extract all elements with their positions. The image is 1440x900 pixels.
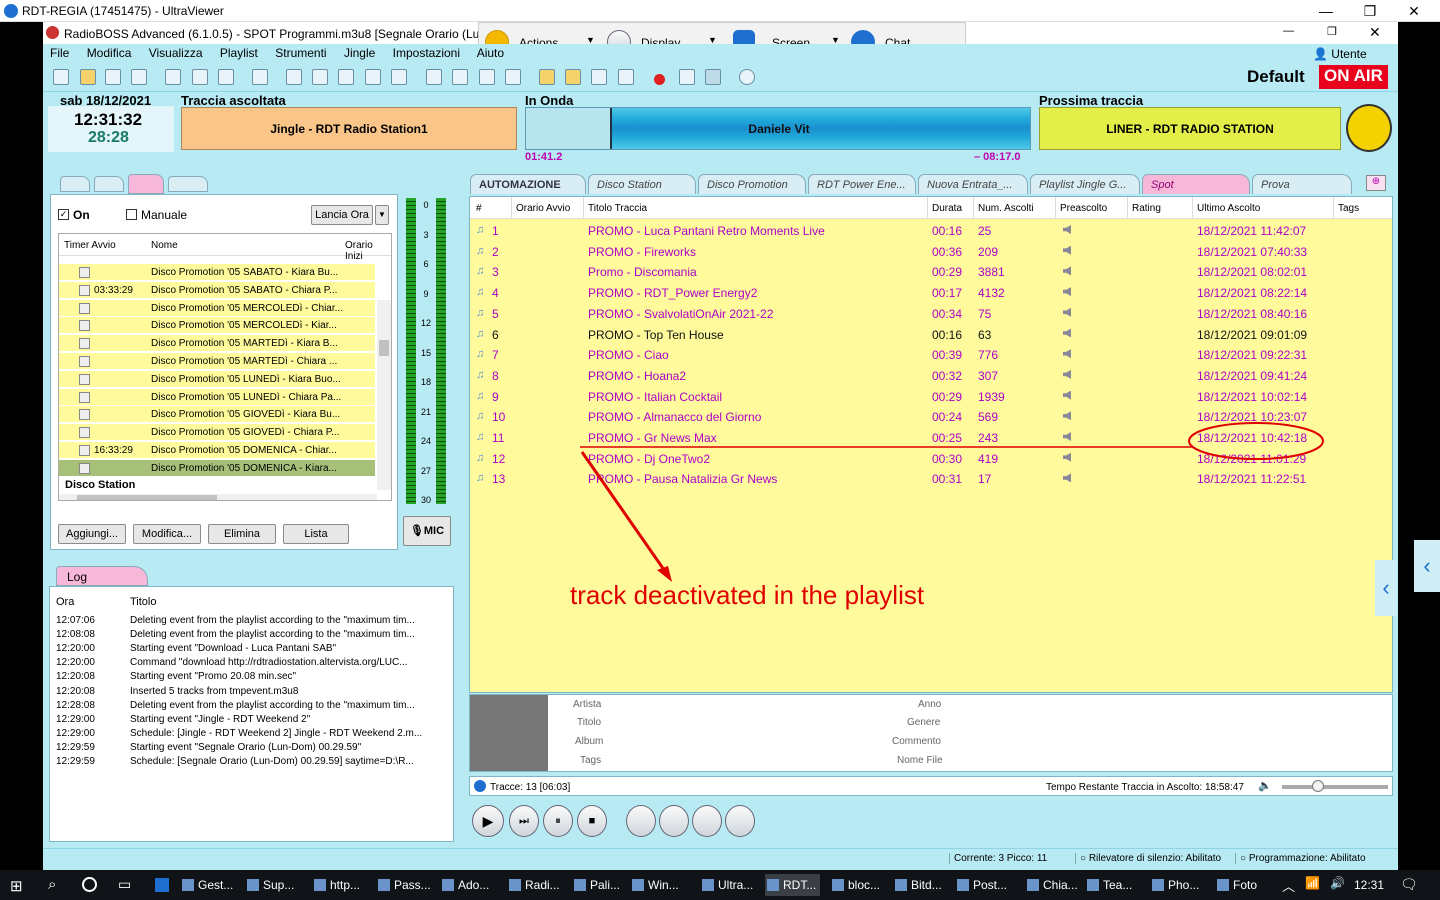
taskbar-app[interactable]: Win... (630, 874, 679, 896)
taskbar-app-icon (182, 879, 194, 891)
stop-button[interactable]: ■ (577, 805, 607, 837)
play-button[interactable]: ▶ (472, 805, 504, 837)
taskbar-app-label: Pali... (590, 878, 621, 892)
taskbar-app[interactable]: RDT... (765, 874, 821, 896)
taskbar-app-label: Bitd... (911, 878, 942, 892)
taskbar-app-icon (574, 879, 586, 891)
taskbar-app[interactable]: Radi... (507, 874, 560, 896)
taskbar-app-icon (314, 879, 326, 891)
taskbar-app[interactable]: Gest... (180, 874, 233, 896)
scheduling-label: Programmazione: Abilitato (1248, 853, 1366, 864)
taskbar-app-icon (1027, 879, 1039, 891)
taskbar-app[interactable]: bloc... (830, 874, 880, 896)
taskbar-app-icon (767, 879, 779, 891)
taskbar-app-icon (702, 879, 714, 891)
taskbar-app[interactable]: Ultra... (700, 874, 753, 896)
network-icon[interactable]: 📶 (1305, 876, 1320, 890)
volume-slider[interactable] (1282, 780, 1388, 792)
taskbar-app-label: Ado... (458, 878, 490, 892)
taskbar-app-icon (442, 879, 454, 891)
info-year: Anno (918, 699, 942, 710)
taskbar-app-label: RDT... (783, 878, 817, 892)
taskbar-app-icon (247, 879, 259, 891)
track-info-panel: Artista Titolo Album Tags Anno Genere Co… (469, 694, 1393, 772)
taskbar-app-label: Post... (973, 878, 1008, 892)
taskbar-app[interactable]: Bitd... (893, 874, 942, 896)
stream-listeners: Corrente: 3 Picco: 11 (949, 853, 1047, 864)
loop-button[interactable] (626, 805, 656, 837)
silence-detector: ○ Rilevatore di silenzio: Abilitato (1075, 853, 1221, 864)
pause-button[interactable]: ⏸ (543, 805, 573, 837)
playlist-mode-button[interactable] (725, 805, 755, 837)
taskbar-app-label: Pass... (394, 878, 431, 892)
taskbar-app-icon (895, 879, 907, 891)
info-comment: Commento (892, 736, 941, 747)
info-artist: Artista (573, 699, 602, 710)
taskbar-apps: Gest... Sup... http... Pass... Ado... Radi...… (0, 870, 1280, 900)
silence-label: Rilevatore di silenzio: Abilitato (1088, 853, 1222, 864)
taskbar-app-label: http... (330, 878, 361, 892)
speaker-icon[interactable]: 🔊 (1330, 876, 1345, 890)
side-collapse-icon[interactable]: ‹ (1375, 560, 1397, 616)
taskbar-app-icon (1152, 879, 1164, 891)
info-filename: Nome File (897, 755, 943, 766)
taskbar-app[interactable]: Tea... (1085, 874, 1132, 896)
taskbar-app[interactable]: Ado... (440, 874, 489, 896)
taskbar-app-icon (378, 879, 390, 891)
taskbar-app-label: Pho... (1168, 878, 1200, 892)
taskbar-app-icon (632, 879, 644, 891)
shuffle-button[interactable] (692, 805, 722, 837)
taskbar-app-icon (1217, 879, 1229, 891)
info-icon (474, 780, 486, 792)
taskbar: ⊞ ⌕ ▭ Gest... Sup... http... Pass... Ado... R… (0, 870, 1440, 900)
notifications-icon[interactable]: 🗨 (1400, 876, 1418, 893)
taskbar-app-label: Foto (1233, 878, 1258, 892)
taskbar-app[interactable]: Post... (955, 874, 1007, 896)
info-album: Album (575, 736, 604, 747)
taskbar-app-label: Radi... (525, 878, 560, 892)
scheduling-status: ○ Programmazione: Abilitato (1235, 853, 1366, 864)
taskbar-app-label: Gest... (198, 878, 234, 892)
cover-art (470, 695, 548, 771)
tracks-count: Tracce: 13 [06:03] (490, 782, 571, 793)
app-status-bar: Corrente: 3 Picco: 11 ○ Rilevatore di si… (43, 848, 1398, 868)
taskbar-app[interactable]: Foto (1215, 874, 1257, 896)
tray-chevron-icon[interactable]: ︿ (1282, 876, 1295, 895)
taskbar-app-icon (509, 879, 521, 891)
taskbar-app-label: Win... (648, 878, 679, 892)
disable-button[interactable] (659, 805, 689, 837)
taskbar-app-label: Sup... (263, 878, 295, 892)
taskbar-app-label: Tea... (1103, 878, 1133, 892)
annotation-text: track deactivated in the playlist (570, 580, 925, 610)
taskbar-app-label: bloc... (848, 878, 881, 892)
volume-icon[interactable]: 🔈 (1258, 779, 1272, 792)
taskbar-app[interactable]: Pass... (376, 874, 431, 896)
info-genre: Genere (907, 717, 941, 728)
taskbar-app-label: Chia... (1043, 878, 1078, 892)
playlist-status: Tracce: 13 [06:03] Tempo Restante Tracci… (469, 776, 1393, 796)
taskbar-app[interactable]: http... (312, 874, 360, 896)
remaining-time: Tempo Restante Traccia in Ascolto: 18:58… (1046, 782, 1244, 793)
info-title: Titolo (577, 717, 602, 728)
taskbar-app-icon (957, 879, 969, 891)
taskbar-app[interactable]: Sup... (245, 874, 294, 896)
taskbar-app[interactable]: Pho... (1150, 874, 1199, 896)
info-tags: Tags (580, 755, 602, 766)
taskbar-app[interactable]: Chia... (1025, 874, 1078, 896)
next-button[interactable]: ⏭ (509, 805, 539, 837)
taskbar-app-icon (1087, 879, 1099, 891)
taskbar-clock[interactable]: 12:31 (1354, 878, 1384, 892)
annotation-arrow (580, 451, 671, 578)
taskbar-app[interactable]: Pali... (572, 874, 620, 896)
annotation-circle (1188, 422, 1324, 460)
uv-side-panel-icon[interactable]: ‹ (1414, 540, 1440, 592)
taskbar-app-label: Ultra... (718, 878, 754, 892)
taskbar-app-icon (832, 879, 844, 891)
